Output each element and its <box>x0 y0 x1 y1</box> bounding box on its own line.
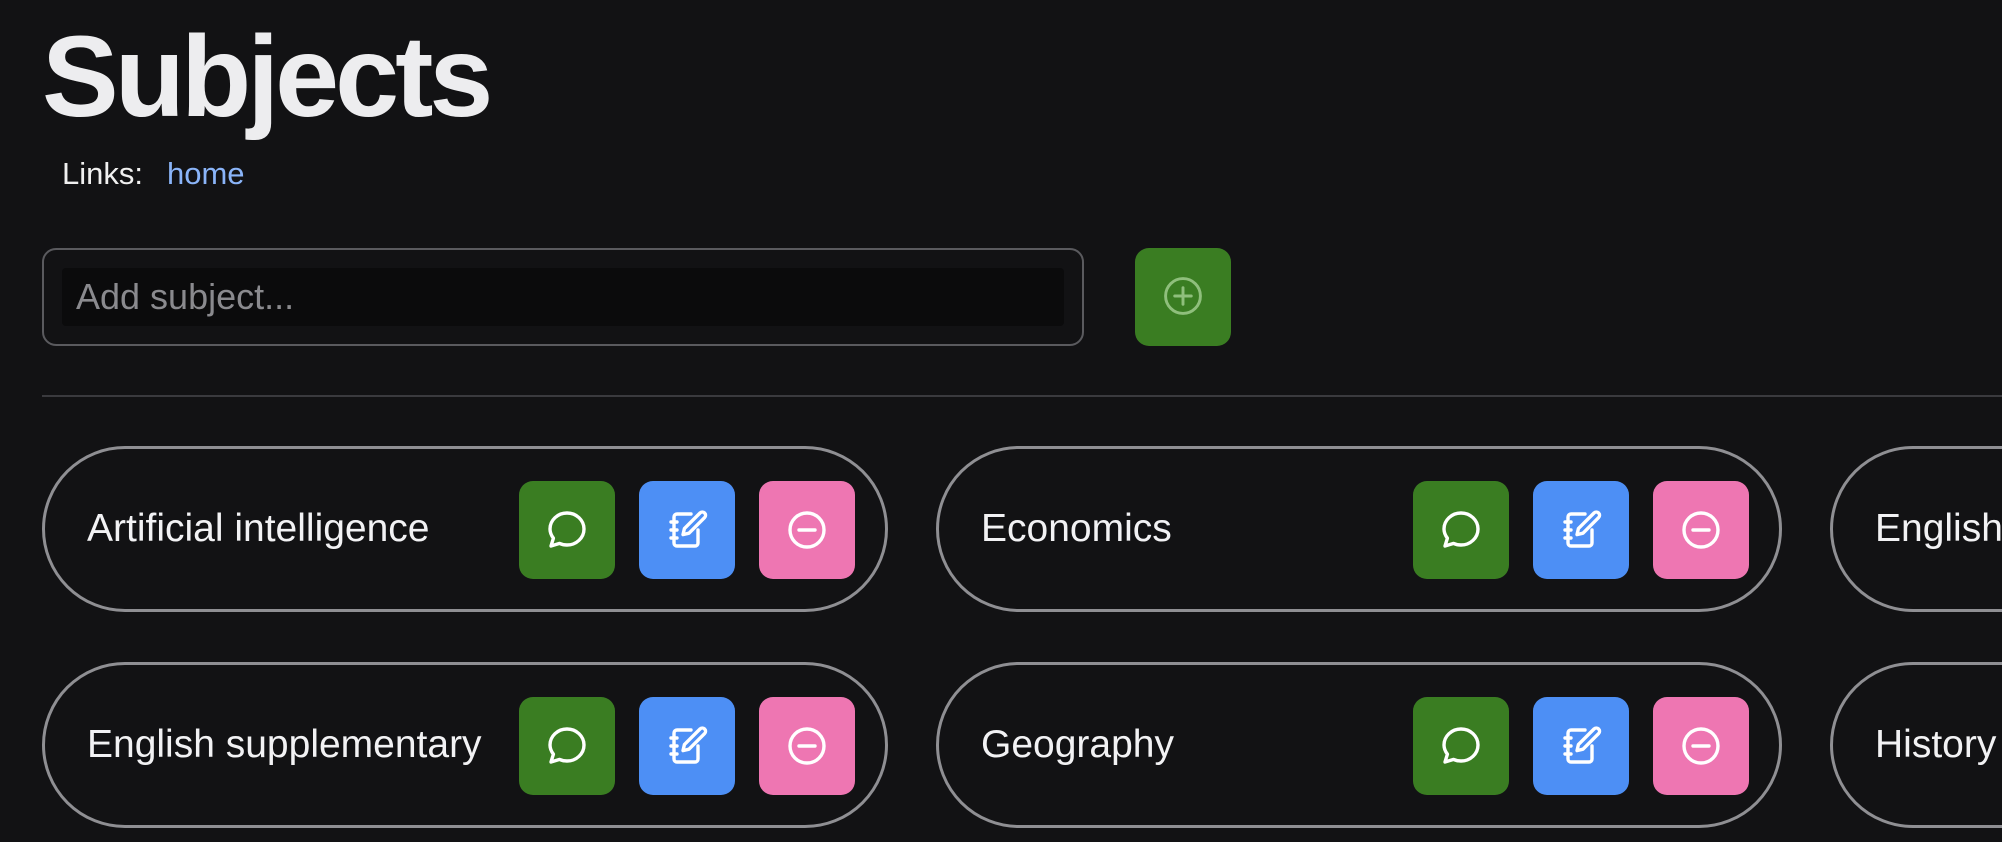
notebook-edit-icon <box>1557 506 1605 554</box>
remove-button[interactable] <box>759 697 855 795</box>
add-subject-field <box>42 248 1084 346</box>
home-link[interactable]: home <box>167 156 245 192</box>
subjects-grid: Artificial intelligence Economics Englis… <box>42 446 2002 842</box>
subject-name: English <box>1875 507 2002 550</box>
links-label: Links: <box>62 156 143 191</box>
remove-button[interactable] <box>1653 697 1749 795</box>
notes-button[interactable] <box>639 481 735 579</box>
notebook-edit-icon <box>663 722 711 770</box>
subject-card: Geography <box>936 662 1782 828</box>
chat-button[interactable] <box>1413 697 1509 795</box>
notes-button[interactable] <box>1533 481 1629 579</box>
subject-actions <box>1413 481 1749 579</box>
chat-button[interactable] <box>1413 481 1509 579</box>
subject-name: History <box>1875 723 1997 766</box>
add-subject-button[interactable] <box>1135 248 1231 346</box>
add-subject-input[interactable] <box>62 268 1064 326</box>
notes-button[interactable] <box>1533 697 1629 795</box>
remove-button[interactable] <box>759 481 855 579</box>
notebook-edit-icon <box>663 506 711 554</box>
links-bar: Links: home <box>62 156 245 192</box>
chat-bubble-icon <box>1437 722 1485 770</box>
chat-button[interactable] <box>519 481 615 579</box>
chat-bubble-icon <box>543 506 591 554</box>
subject-card: Economics <box>936 446 1782 612</box>
plus-circle-icon <box>1161 274 1205 321</box>
subject-actions <box>1413 697 1749 795</box>
subject-card: English <box>1830 446 2002 612</box>
minus-circle-icon <box>783 722 831 770</box>
subject-card: Artificial intelligence <box>42 446 888 612</box>
chat-bubble-icon <box>543 722 591 770</box>
subject-name: Geography <box>981 723 1174 766</box>
page-title: Subjects <box>42 13 493 141</box>
chat-bubble-icon <box>1437 506 1485 554</box>
subject-card: History <box>1830 662 2002 828</box>
minus-circle-icon <box>1677 722 1725 770</box>
minus-circle-icon <box>1677 506 1725 554</box>
remove-button[interactable] <box>1653 481 1749 579</box>
subject-card: English supplementary <box>42 662 888 828</box>
chat-button[interactable] <box>519 697 615 795</box>
notebook-edit-icon <box>1557 722 1605 770</box>
subject-name: Economics <box>981 507 1172 550</box>
subject-name: English supplementary <box>87 723 482 766</box>
minus-circle-icon <box>783 506 831 554</box>
subject-name: Artificial intelligence <box>87 507 430 550</box>
notes-button[interactable] <box>639 697 735 795</box>
subject-actions <box>519 481 855 579</box>
subject-actions <box>519 697 855 795</box>
divider <box>42 395 2002 397</box>
